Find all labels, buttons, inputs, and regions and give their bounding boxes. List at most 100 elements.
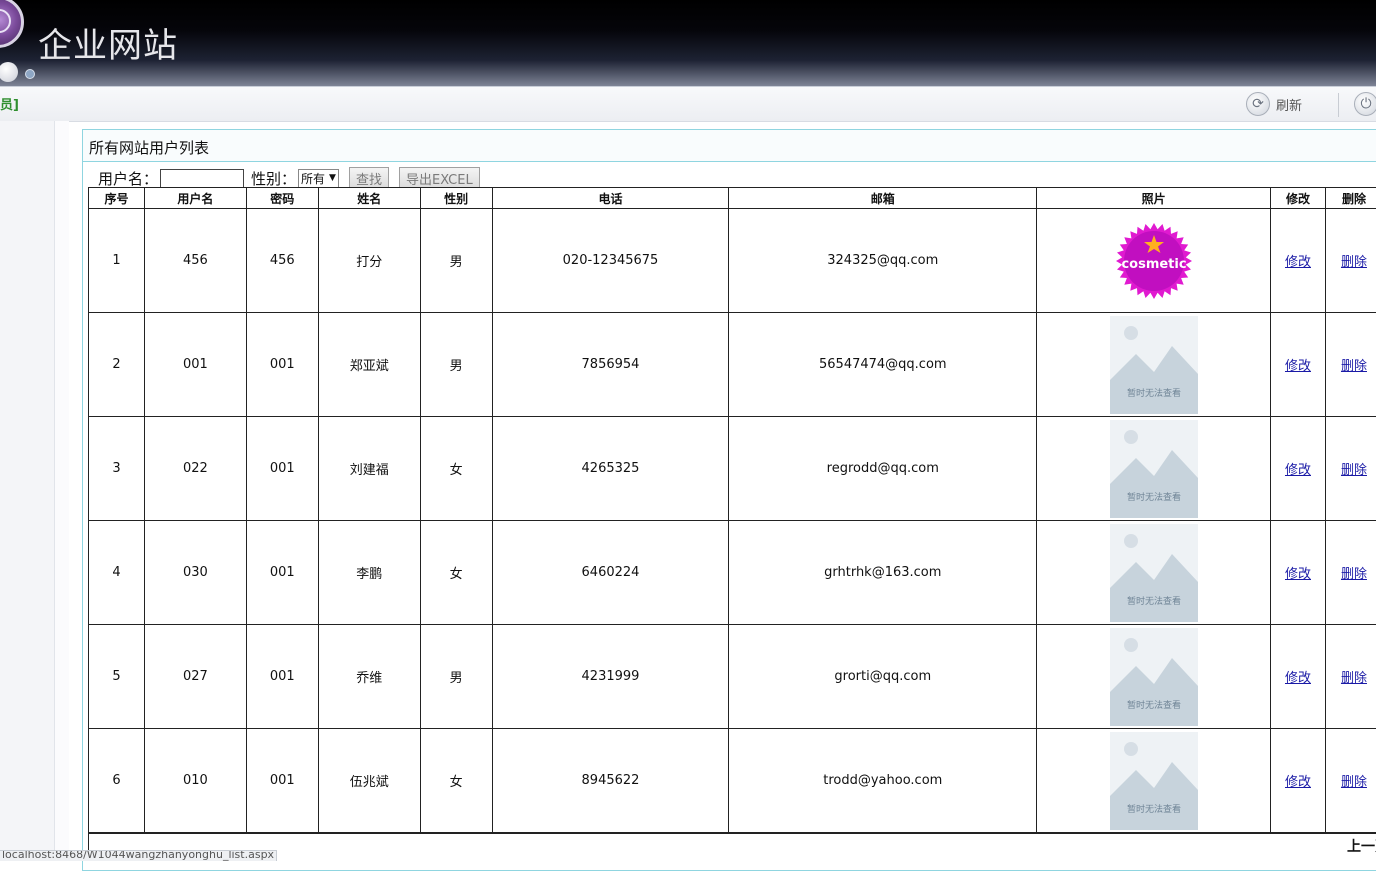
cell-no: 1	[89, 209, 145, 313]
photo-placeholder-icon: 暂时无法查看	[1110, 524, 1198, 622]
cell-username: 010	[144, 729, 246, 833]
cell-email: 324325@qq.com	[729, 209, 1037, 313]
cell-password: 001	[246, 729, 318, 833]
cell-name: 刘建福	[318, 417, 420, 521]
left-sidebar-gutter	[55, 121, 69, 860]
delete-link[interactable]: 删除	[1341, 359, 1367, 374]
cell-name: 打分	[318, 209, 420, 313]
search-button[interactable]: 查找	[349, 167, 389, 189]
cell-name: 乔维	[318, 625, 420, 729]
user-role-label: 员]	[0, 94, 19, 113]
edit-link[interactable]: 修改	[1285, 359, 1311, 374]
photo-placeholder-text: 暂时无法查看	[1127, 387, 1181, 399]
photo-placeholder-icon: 暂时无法查看	[1110, 628, 1198, 726]
cell-phone: 4231999	[492, 625, 729, 729]
cell-gender: 女	[420, 729, 492, 833]
cell-edit: 修改	[1271, 521, 1326, 625]
users-table: 序号 用户名 密码 姓名 性别 电话 邮箱 照片 修改 删除 1 456 456…	[88, 187, 1376, 833]
column-header: 序号	[89, 188, 145, 209]
gender-label: 性别：	[251, 168, 296, 189]
cell-name: 伍兆斌	[318, 729, 420, 833]
cell-no: 2	[89, 313, 145, 417]
cell-username: 456	[144, 209, 246, 313]
delete-link[interactable]: 删除	[1341, 567, 1367, 582]
column-header: 电话	[492, 188, 729, 209]
cell-edit: 修改	[1271, 417, 1326, 521]
table-row: 2 001 001 郑亚斌 男 7856954 56547474@qq.com …	[89, 313, 1376, 417]
browser-status-bar: localhost:8468/W1044wangzhanyonghu_list.…	[0, 850, 277, 861]
cell-photo: 暂时无法查看	[1037, 417, 1271, 521]
search-form: 用户名： 性别： 所有 ▼ 查找 导出EXCEL	[98, 167, 490, 189]
cell-edit: 修改	[1271, 313, 1326, 417]
cell-gender: 男	[420, 209, 492, 313]
dropdown-arrow-icon: ▼	[329, 173, 336, 183]
cell-delete: 删除	[1325, 417, 1376, 521]
cell-username: 001	[144, 313, 246, 417]
cell-email: grorti@qq.com	[729, 625, 1037, 729]
cell-phone: 8945622	[492, 729, 729, 833]
cell-no: 4	[89, 521, 145, 625]
column-header: 邮箱	[729, 188, 1037, 209]
photo-placeholder-text: 暂时无法查看	[1127, 491, 1181, 503]
cell-delete: 删除	[1325, 209, 1376, 313]
delete-link[interactable]: 删除	[1341, 463, 1367, 478]
power-icon: ⏻	[1354, 92, 1376, 116]
export-excel-button[interactable]: 导出EXCEL	[399, 167, 480, 189]
cell-password: 001	[246, 521, 318, 625]
edit-link[interactable]: 修改	[1285, 775, 1311, 790]
cell-password: 456	[246, 209, 318, 313]
column-header: 密码	[246, 188, 318, 209]
cell-password: 001	[246, 417, 318, 521]
cell-username: 022	[144, 417, 246, 521]
cell-name: 郑亚斌	[318, 313, 420, 417]
cell-delete: 删除	[1325, 313, 1376, 417]
refresh-button[interactable]: ⟳ 刷新	[1246, 92, 1302, 116]
cell-phone: 4265325	[492, 417, 729, 521]
refresh-label: 刷新	[1276, 95, 1302, 114]
cell-delete: 删除	[1325, 729, 1376, 833]
pagination: 上一页	[88, 833, 1376, 856]
cell-photo: 暂时无法查看	[1037, 729, 1271, 833]
edit-link[interactable]: 修改	[1285, 567, 1311, 582]
gender-select[interactable]: 所有 ▼	[298, 169, 339, 188]
cell-password: 001	[246, 313, 318, 417]
table-row: 6 010 001 伍兆斌 女 8945622 trodd@yahoo.com …	[89, 729, 1376, 833]
cell-edit: 修改	[1271, 209, 1326, 313]
cell-phone: 020-12345675	[492, 209, 729, 313]
user-list-panel: 所有网站用户列表 用户名： 性别： 所有 ▼ 查找 导出EXCEL 序号 用户名…	[82, 129, 1376, 871]
delete-link[interactable]: 删除	[1341, 671, 1367, 686]
column-header: 修改	[1271, 188, 1326, 209]
cell-no: 3	[89, 417, 145, 521]
column-header: 照片	[1037, 188, 1271, 209]
cell-gender: 男	[420, 313, 492, 417]
prev-page-link[interactable]: 上一页	[1347, 836, 1376, 856]
cell-edit: 修改	[1271, 729, 1326, 833]
cell-username: 027	[144, 625, 246, 729]
decor-dot-icon	[0, 62, 18, 82]
column-header: 性别	[420, 188, 492, 209]
delete-link[interactable]: 删除	[1341, 255, 1367, 270]
photo-placeholder-text: 暂时无法查看	[1127, 699, 1181, 711]
edit-link[interactable]: 修改	[1285, 671, 1311, 686]
edit-link[interactable]: 修改	[1285, 463, 1311, 478]
site-header: 企业网站	[0, 0, 1376, 86]
toolbar-divider	[1338, 93, 1339, 117]
cell-username: 030	[144, 521, 246, 625]
photo-placeholder-icon: 暂时无法查看	[1110, 420, 1198, 518]
decor-small-dot-icon	[25, 69, 35, 79]
cell-email: regrodd@qq.com	[729, 417, 1037, 521]
photo-placeholder-icon: 暂时无法查看	[1110, 316, 1198, 414]
username-input[interactable]	[160, 169, 244, 188]
gender-selected-value: 所有	[301, 170, 325, 187]
cell-gender: 女	[420, 417, 492, 521]
edit-link[interactable]: 修改	[1285, 255, 1311, 270]
table-header-row: 序号 用户名 密码 姓名 性别 电话 邮箱 照片 修改 删除	[89, 188, 1376, 209]
delete-link[interactable]: 删除	[1341, 775, 1367, 790]
cell-email: grhtrhk@163.com	[729, 521, 1037, 625]
column-header: 用户名	[144, 188, 246, 209]
logout-button[interactable]: ⏻	[1354, 92, 1376, 116]
cell-no: 6	[89, 729, 145, 833]
column-header: 删除	[1325, 188, 1376, 209]
panel-header: 所有网站用户列表	[83, 130, 1376, 162]
photo-placeholder-icon: 暂时无法查看	[1110, 732, 1198, 830]
